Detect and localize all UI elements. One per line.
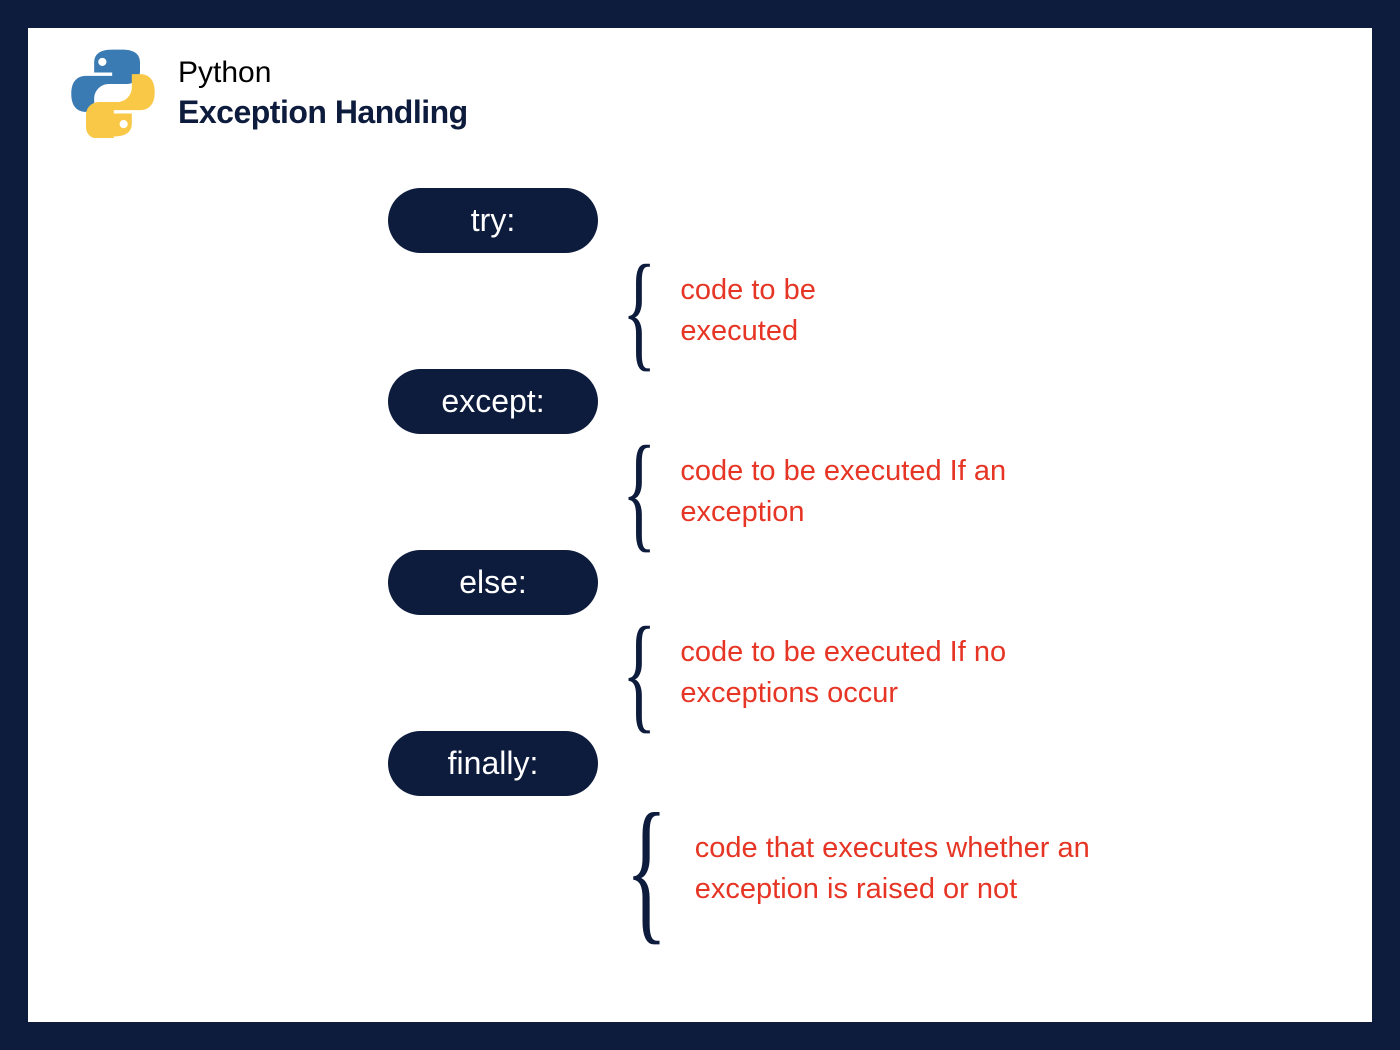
brace-icon: { (622, 266, 656, 357)
finally-description: code that executes whether an exception … (695, 828, 1105, 909)
finally-block: finally: { code that executes whether an… (388, 731, 1105, 934)
try-description-row: { code to be executed (608, 261, 1105, 361)
keyword-pill-else: else: (388, 550, 598, 615)
header-subtitle: Python (178, 56, 468, 90)
header-title: Exception Handling (178, 94, 468, 131)
header: Python Exception Handling (68, 48, 468, 138)
brace-icon: { (625, 813, 667, 925)
diagram-canvas: Python Exception Handling try: { code to… (28, 28, 1372, 1022)
else-description-row: { code to be executed If no exceptions o… (608, 623, 1105, 723)
try-description: code to be executed (680, 270, 880, 351)
brace-icon: { (622, 447, 656, 538)
brace-icon: { (622, 628, 656, 719)
python-logo-icon (68, 48, 158, 138)
diagram-content: try: { code to be executed except: { cod… (388, 188, 1105, 942)
except-block: except: { code to be executed If an exce… (388, 369, 1105, 542)
else-block: else: { code to be executed If no except… (388, 550, 1105, 723)
keyword-pill-except: except: (388, 369, 598, 434)
header-text: Python Exception Handling (178, 56, 468, 131)
keyword-pill-try: try: (388, 188, 598, 253)
else-description: code to be executed If no exceptions occ… (680, 632, 1060, 713)
finally-description-row: { code that executes whether an exceptio… (608, 804, 1105, 934)
except-description: code to be executed If an exception (680, 451, 1060, 532)
keyword-pill-finally: finally: (388, 731, 598, 796)
except-description-row: { code to be executed If an exception (608, 442, 1105, 542)
try-block: try: { code to be executed (388, 188, 1105, 361)
